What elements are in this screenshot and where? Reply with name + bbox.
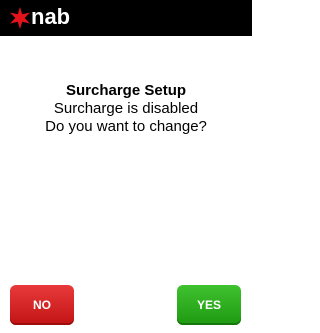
no-button[interactable]: NO — [10, 285, 74, 325]
dialog-status-text: Surcharge is disabled — [53, 100, 199, 117]
brand-logo-text: nab — [31, 4, 71, 29]
dialog-question-text: Do you want to change? — [45, 118, 207, 135]
yes-button[interactable]: YES — [177, 285, 241, 325]
dialog-content: Surcharge Setup Surcharge is disabled Do… — [0, 82, 252, 136]
dialog-title: Surcharge Setup — [65, 82, 187, 99]
header-bar: nab — [0, 0, 252, 36]
terminal-screen: nab Surcharge Setup Surcharge is disable… — [0, 0, 252, 333]
nab-star-icon — [10, 7, 30, 29]
